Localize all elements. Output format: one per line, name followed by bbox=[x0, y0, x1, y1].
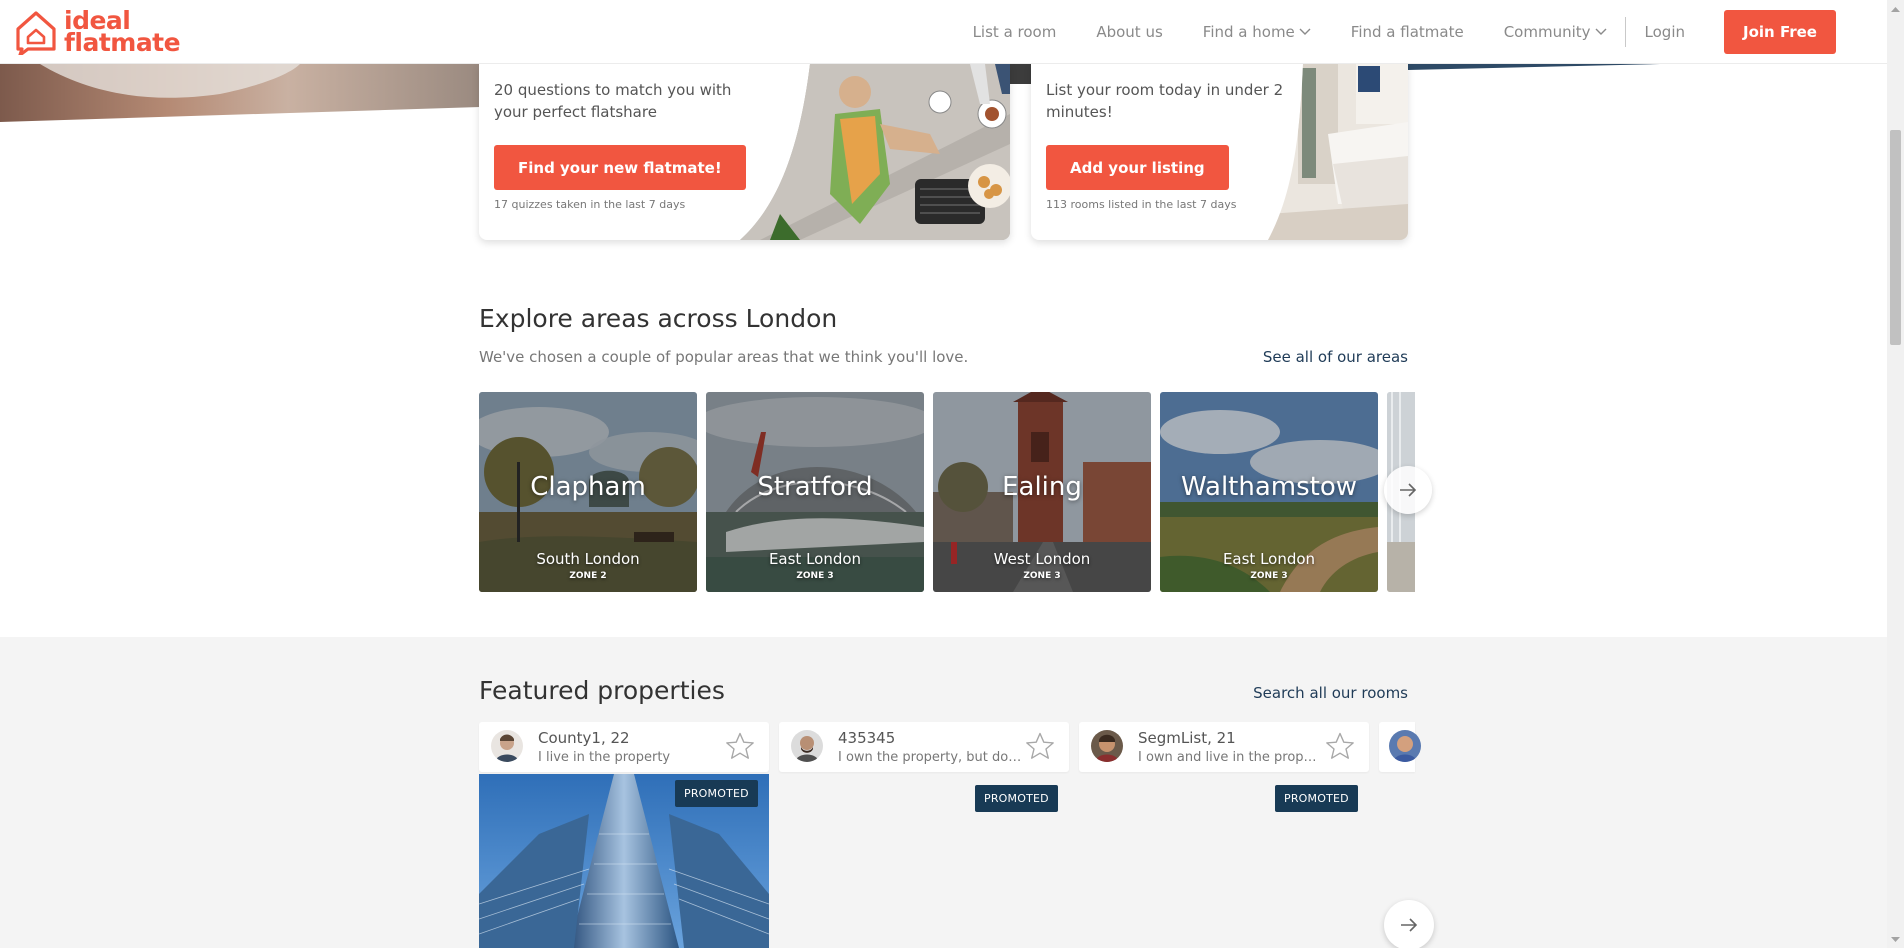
star-icon[interactable] bbox=[1325, 732, 1355, 760]
arrow-right-icon bbox=[1401, 918, 1418, 932]
areas-next-button[interactable] bbox=[1384, 466, 1432, 514]
area-region: East London bbox=[1222, 550, 1316, 568]
find-flatmate-button[interactable]: Find your new flatmate! bbox=[494, 145, 746, 190]
nav-list-a-room[interactable]: List a room bbox=[973, 23, 1057, 41]
area-name: Clapham bbox=[530, 472, 646, 502]
nav-label: Find a home bbox=[1202, 23, 1295, 41]
property-card-header[interactable]: SegmList, 21 I own and live in the prope… bbox=[1079, 722, 1369, 772]
area-zone: ZONE 3 bbox=[1023, 571, 1061, 581]
quiz-count-note: 17 quizzes taken in the last 7 days bbox=[494, 198, 686, 211]
avatar bbox=[491, 730, 523, 762]
main-nav: List a room About us Find a home Find a … bbox=[973, 0, 1887, 64]
property-title: County1, 22 bbox=[538, 729, 630, 747]
area-card-stratford[interactable]: Stratford East London ZONE 3 bbox=[706, 392, 924, 592]
search-all-rooms-link[interactable]: Search all our rooms bbox=[1253, 684, 1408, 702]
promoted-badge: PROMOTED bbox=[975, 785, 1058, 812]
avatar bbox=[1091, 730, 1123, 762]
explore-areas-subtitle: We've chosen a couple of popular areas t… bbox=[479, 348, 969, 366]
vertical-scrollbar[interactable] bbox=[1887, 0, 1904, 948]
property-card-header[interactable]: County1, 22 I live in the property bbox=[479, 722, 769, 772]
user-avatar-image bbox=[1389, 730, 1421, 762]
area-name: Stratford bbox=[757, 472, 873, 502]
scrollbar-thumb[interactable] bbox=[1890, 130, 1901, 345]
see-all-areas-link[interactable]: See all of our areas bbox=[1263, 348, 1408, 366]
user-avatar-image bbox=[791, 730, 823, 762]
arrow-right-icon bbox=[1400, 483, 1417, 497]
avatar bbox=[1389, 730, 1421, 762]
join-free-button[interactable]: Join Free bbox=[1724, 10, 1836, 54]
area-region: South London bbox=[536, 550, 640, 568]
user-avatar-image bbox=[491, 730, 523, 762]
add-listing-button[interactable]: Add your listing bbox=[1046, 145, 1229, 190]
property-owner-type: I own the property, but don't live there bbox=[838, 750, 1023, 765]
featured-next-button[interactable] bbox=[1384, 900, 1434, 948]
login-link[interactable]: Login bbox=[1645, 23, 1685, 41]
nav-label: Community bbox=[1503, 23, 1591, 41]
nav-find-a-home[interactable]: Find a home bbox=[1203, 23, 1311, 41]
area-zone: ZONE 2 bbox=[569, 571, 607, 581]
star-icon[interactable] bbox=[1025, 732, 1055, 760]
featured-section bbox=[0, 637, 1887, 948]
area-region: East London bbox=[768, 550, 862, 568]
bbq-party-image bbox=[740, 64, 1010, 240]
house-chat-logo-icon bbox=[16, 11, 56, 55]
star-icon[interactable] bbox=[725, 732, 755, 760]
nav-about-us[interactable]: About us bbox=[1096, 23, 1162, 41]
scroll-down-arrow-icon[interactable] bbox=[1887, 931, 1904, 948]
chevron-down-icon bbox=[1299, 28, 1311, 35]
quiz-card-text: 20 questions to match you with your perf… bbox=[494, 81, 732, 121]
area-region: West London bbox=[993, 550, 1091, 568]
explore-areas-title: Explore areas across London bbox=[479, 304, 838, 333]
avatar bbox=[791, 730, 823, 762]
add-listing-card: List your room today in under 2 minutes!… bbox=[1031, 64, 1408, 240]
nav-divider bbox=[1624, 17, 1626, 47]
property-card-header-partial[interactable] bbox=[1379, 722, 1421, 772]
area-zone: ZONE 3 bbox=[796, 571, 834, 581]
area-card-ealing[interactable]: Ealing West London ZONE 3 bbox=[933, 392, 1151, 592]
property-title: SegmList, 21 bbox=[1138, 729, 1236, 747]
scroll-up-arrow-icon[interactable] bbox=[1887, 0, 1904, 17]
nav-label: List a room bbox=[972, 23, 1057, 41]
area-name: Ealing bbox=[1002, 472, 1082, 502]
listing-card-text: List your room today in under 2 minutes! bbox=[1046, 81, 1284, 121]
nav-community[interactable]: Community bbox=[1504, 23, 1607, 41]
flatmate-quiz-card: 20 questions to match you with your perf… bbox=[479, 64, 1010, 240]
nav-label: About us bbox=[1096, 23, 1163, 41]
area-zone: ZONE 3 bbox=[1250, 571, 1288, 581]
featured-properties-title: Featured properties bbox=[479, 676, 725, 705]
area-name: Walthamstow bbox=[1180, 472, 1358, 502]
chevron-down-icon bbox=[1595, 28, 1607, 35]
property-owner-type: I live in the property bbox=[538, 750, 671, 765]
promoted-badge: PROMOTED bbox=[1275, 785, 1358, 812]
user-avatar-image bbox=[1091, 730, 1123, 762]
nav-label: Find a flatmate bbox=[1350, 23, 1464, 41]
promoted-badge: PROMOTED bbox=[675, 780, 758, 807]
top-navigation-bar: ideal flatmate List a room About us Find… bbox=[0, 0, 1887, 64]
nav-find-a-flatmate[interactable]: Find a flatmate bbox=[1351, 23, 1464, 41]
property-title: 435345 bbox=[838, 729, 896, 747]
property-owner-type: I own and live in the property bbox=[1138, 750, 1323, 765]
area-card-clapham[interactable]: Clapham South London ZONE 2 bbox=[479, 392, 697, 592]
rooms-listed-note: 113 rooms listed in the last 7 days bbox=[1046, 198, 1237, 211]
property-card-header[interactable]: 435345 I own the property, but don't liv… bbox=[779, 722, 1069, 772]
logo-text-flatmate: flatmate bbox=[64, 28, 181, 57]
area-card-walthamstow[interactable]: Walthamstow East London ZONE 3 bbox=[1160, 392, 1378, 592]
logo[interactable]: ideal flatmate bbox=[14, 8, 181, 57]
